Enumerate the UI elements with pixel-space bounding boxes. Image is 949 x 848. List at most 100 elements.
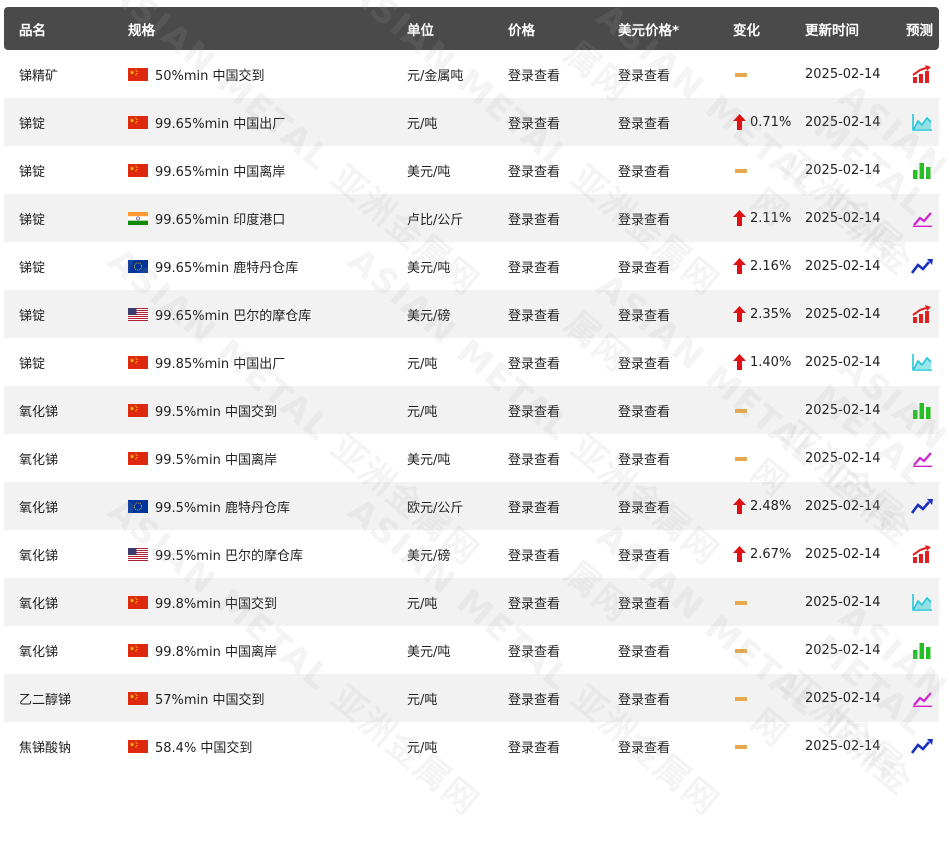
product-spec: 50%min 中国交到 bbox=[128, 65, 407, 84]
update-date: 2025-02-14 bbox=[805, 402, 881, 418]
spec-text: 99.85%min 中国出厂 bbox=[155, 356, 286, 372]
price-login-link[interactable]: 登录查看 bbox=[508, 353, 618, 372]
table-row: 氧化锑 99.8%min 中国交到 元/吨 登录查看 登录查看 2025-02-14 bbox=[4, 578, 939, 626]
spec-text: 99.5%min 巴尔的摩仓库 bbox=[155, 548, 303, 564]
forecast-chart-icon[interactable] bbox=[911, 545, 933, 563]
price-login-link[interactable]: 登录查看 bbox=[508, 65, 618, 84]
usd-price-login-link[interactable]: 登录查看 bbox=[618, 113, 733, 132]
forecast-chart-icon[interactable] bbox=[911, 257, 933, 275]
usd-price-login-link[interactable]: 登录查看 bbox=[618, 545, 733, 564]
china-flag-icon bbox=[128, 355, 148, 369]
update-date: 2025-02-14 bbox=[805, 306, 881, 322]
usd-price-login-link[interactable]: 登录查看 bbox=[618, 65, 733, 84]
product-spec: 99.5%min 鹿特丹仓库 bbox=[128, 497, 407, 516]
china-flag-icon bbox=[128, 739, 148, 753]
india-flag-icon bbox=[128, 211, 148, 225]
spec-text: 58.4% 中国交到 bbox=[155, 740, 253, 756]
price-login-link[interactable]: 登录查看 bbox=[508, 497, 618, 516]
forecast-cell[interactable] bbox=[905, 641, 939, 659]
forecast-cell[interactable] bbox=[905, 209, 939, 227]
change-cell: 0.71% bbox=[733, 114, 805, 130]
price-login-link[interactable]: 登录查看 bbox=[508, 737, 618, 756]
price-login-link[interactable]: 登录查看 bbox=[508, 449, 618, 468]
price-login-link[interactable]: 登录查看 bbox=[508, 161, 618, 180]
price-login-link[interactable]: 登录查看 bbox=[508, 593, 618, 612]
price-login-link[interactable]: 登录查看 bbox=[508, 545, 618, 564]
price-login-link[interactable]: 登录查看 bbox=[508, 257, 618, 276]
price-login-link[interactable]: 登录查看 bbox=[508, 209, 618, 228]
spec-text: 99.5%min 中国离岸 bbox=[155, 452, 277, 468]
header-usd-price: 美元价格* bbox=[618, 22, 680, 39]
forecast-chart-icon[interactable] bbox=[911, 65, 933, 83]
forecast-chart-icon[interactable] bbox=[911, 161, 933, 179]
price-login-link[interactable]: 登录查看 bbox=[508, 689, 618, 708]
up-arrow-icon bbox=[733, 114, 746, 130]
us-flag-icon bbox=[128, 307, 148, 321]
price-login-link[interactable]: 登录查看 bbox=[508, 401, 618, 420]
forecast-chart-icon[interactable] bbox=[911, 401, 933, 419]
forecast-cell[interactable] bbox=[905, 689, 939, 707]
change-cell: 2.35% bbox=[733, 306, 805, 322]
usd-price-login-link[interactable]: 登录查看 bbox=[618, 353, 733, 372]
china-flag-icon bbox=[128, 163, 148, 177]
forecast-cell[interactable] bbox=[905, 449, 939, 467]
forecast-cell[interactable] bbox=[905, 353, 939, 371]
unit: 元/吨 bbox=[407, 596, 438, 612]
spec-text: 99.65%min 巴尔的摩仓库 bbox=[155, 308, 312, 324]
usd-price-login-link[interactable]: 登录查看 bbox=[618, 497, 733, 516]
forecast-chart-icon[interactable] bbox=[911, 113, 933, 131]
forecast-cell[interactable] bbox=[905, 545, 939, 563]
usd-price-login-link[interactable]: 登录查看 bbox=[618, 401, 733, 420]
usd-price-login-link[interactable]: 登录查看 bbox=[618, 161, 733, 180]
forecast-chart-icon[interactable] bbox=[911, 689, 933, 707]
forecast-chart-icon[interactable] bbox=[911, 497, 933, 515]
forecast-chart-icon[interactable] bbox=[911, 737, 933, 755]
forecast-cell[interactable] bbox=[905, 113, 939, 131]
forecast-cell[interactable] bbox=[905, 401, 939, 419]
price-login-link[interactable]: 登录查看 bbox=[508, 305, 618, 324]
change-cell bbox=[733, 407, 805, 413]
forecast-cell[interactable] bbox=[905, 257, 939, 275]
change-cell bbox=[733, 695, 805, 701]
forecast-cell[interactable] bbox=[905, 161, 939, 179]
forecast-chart-icon[interactable] bbox=[911, 641, 933, 659]
forecast-chart-icon[interactable] bbox=[911, 593, 933, 611]
forecast-cell[interactable] bbox=[905, 497, 939, 515]
forecast-cell[interactable] bbox=[905, 65, 939, 83]
header-unit: 单位 bbox=[407, 22, 434, 39]
spec-text: 99.65%min 中国离岸 bbox=[155, 164, 286, 180]
product-name: 氧化锑 bbox=[19, 452, 59, 468]
usd-price-login-link[interactable]: 登录查看 bbox=[618, 689, 733, 708]
table-body: 锑精矿 50%min 中国交到 元/金属吨 登录查看 登录查看 2025-02-14 锑锭 9… bbox=[4, 50, 939, 770]
usd-price-login-link[interactable]: 登录查看 bbox=[618, 641, 733, 660]
usd-price-login-link[interactable]: 登录查看 bbox=[618, 305, 733, 324]
forecast-chart-icon[interactable] bbox=[911, 209, 933, 227]
usd-price-login-link[interactable]: 登录查看 bbox=[618, 257, 733, 276]
price-login-link[interactable]: 登录查看 bbox=[508, 113, 618, 132]
forecast-chart-icon[interactable] bbox=[911, 353, 933, 371]
forecast-cell[interactable] bbox=[905, 593, 939, 611]
price-login-link[interactable]: 登录查看 bbox=[508, 641, 618, 660]
product-name: 锑锭 bbox=[19, 212, 46, 228]
unit: 美元/吨 bbox=[407, 164, 451, 180]
forecast-chart-icon[interactable] bbox=[911, 449, 933, 467]
table-row: 锑锭 99.85%min 中国出厂 元/吨 登录查看 登录查看 1.40% 2025-02-… bbox=[4, 338, 939, 386]
product-spec: 57%min 中国交到 bbox=[128, 689, 407, 708]
product-name: 锑锭 bbox=[19, 164, 46, 180]
change-value: 2.35% bbox=[750, 306, 792, 322]
forecast-cell[interactable] bbox=[905, 737, 939, 755]
table-row: 氧化锑 99.5%min 中国交到 元/吨 登录查看 登录查看 2025-02-14 bbox=[4, 386, 939, 434]
usd-price-login-link[interactable]: 登录查看 bbox=[618, 209, 733, 228]
forecast-cell[interactable] bbox=[905, 305, 939, 323]
spec-text: 99.5%min 鹿特丹仓库 bbox=[155, 500, 290, 516]
flat-dash-icon bbox=[735, 169, 747, 173]
change-value: 0.71% bbox=[750, 114, 792, 130]
usd-price-login-link[interactable]: 登录查看 bbox=[618, 449, 733, 468]
usd-price-login-link[interactable]: 登录查看 bbox=[618, 593, 733, 612]
forecast-chart-icon[interactable] bbox=[911, 305, 933, 323]
product-name: 锑锭 bbox=[19, 356, 46, 372]
product-name: 锑锭 bbox=[19, 116, 46, 132]
table-row: 乙二醇锑 57%min 中国交到 元/吨 登录查看 登录查看 2025-02-14 bbox=[4, 674, 939, 722]
flat-dash-icon bbox=[735, 601, 747, 605]
usd-price-login-link[interactable]: 登录查看 bbox=[618, 737, 733, 756]
